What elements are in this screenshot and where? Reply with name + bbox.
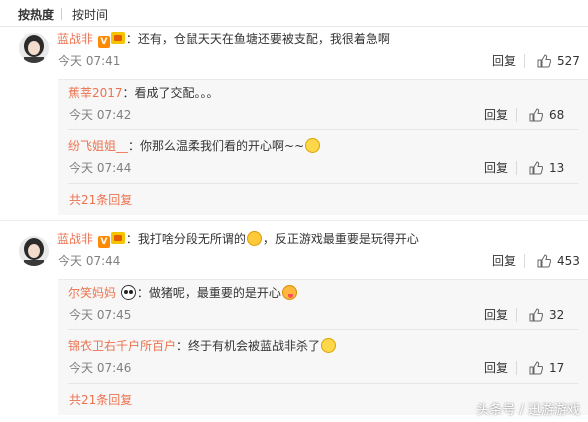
thumbs-up-icon — [529, 308, 543, 322]
reply-time: 今天 07:46 — [69, 361, 132, 375]
reply-text: ：你那么温柔我们看的开心啊~~ — [128, 139, 305, 153]
action-divider — [516, 308, 517, 322]
action-divider — [516, 108, 517, 122]
reply-line: 纷飞姐姐__：你那么温柔我们看的开心啊~~ — [68, 136, 321, 156]
reply-time: 今天 07:44 — [69, 161, 132, 175]
comment-text-continued: ，反正游戏最重要是玩得开心 — [262, 232, 419, 246]
like-count: 32 — [549, 308, 565, 322]
sort-divider — [61, 8, 62, 20]
reply-line: 锦衣卫右千户所百户：终于有机会被蓝战非杀了 — [68, 336, 337, 356]
sort-bar: 按热度 按时间 — [0, 0, 588, 27]
reply-time: 今天 07:42 — [69, 108, 132, 122]
thumbs-up-icon — [537, 54, 551, 68]
comment-line: 蓝战非 V ：还有，仓鼠天天在鱼塘还要被支配，我很着急啊 — [57, 29, 390, 49]
reply-button[interactable]: 回复 — [484, 107, 508, 123]
reply-divider — [68, 329, 578, 330]
like-count: 527 — [557, 54, 580, 68]
thumbs-up-icon — [529, 108, 543, 122]
like-button[interactable]: 68 — [529, 107, 564, 123]
v-badge-icon: V — [97, 36, 110, 48]
like-button[interactable]: 13 — [529, 160, 564, 176]
sweat-emoji-icon — [246, 231, 262, 246]
reply-text: ：看成了交配。。。 — [122, 86, 219, 100]
reply-time: 今天 07:45 — [69, 308, 132, 322]
thumbs-up-icon — [537, 254, 551, 268]
comment-time: 今天 07:41 — [58, 54, 121, 68]
reply-divider — [68, 383, 578, 384]
cat-emoji-icon — [305, 138, 321, 153]
like-count: 453 — [557, 254, 580, 268]
reply-line: 尔笑妈妈 ：做猪呢，最重要的是开心 — [68, 283, 298, 303]
reply-divider — [68, 129, 578, 130]
level-badge-icon — [110, 232, 125, 244]
reply-username[interactable]: 蕉莘2017 — [68, 86, 123, 100]
comment-time: 今天 07:44 — [58, 254, 121, 268]
level-badge-icon — [110, 32, 125, 44]
like-button[interactable]: 32 — [529, 307, 564, 323]
reply-text: ：终于有机会被蓝战非杀了 — [176, 339, 321, 353]
panda-emoji-icon — [120, 285, 136, 300]
thumbs-up-icon — [529, 361, 543, 375]
reply-divider — [68, 183, 578, 184]
comment-username[interactable]: 蓝战非 — [57, 232, 93, 246]
thumbs-up-icon — [529, 161, 543, 175]
view-more-replies-link[interactable]: 共21条回复 — [69, 392, 132, 408]
reply-button[interactable]: 回复 — [484, 160, 508, 176]
reply-username[interactable]: 尔笑妈妈 — [68, 286, 116, 300]
action-divider — [524, 54, 525, 68]
like-count: 17 — [549, 361, 565, 375]
reply-username[interactable]: 锦衣卫右千户所百户 — [68, 339, 176, 353]
reply-line: 蕉莘2017：看成了交配。。。 — [68, 83, 219, 103]
comment-divider — [0, 220, 588, 221]
comment-username[interactable]: 蓝战非 — [57, 32, 93, 46]
avatar[interactable] — [19, 236, 49, 266]
like-button[interactable]: 453 — [537, 253, 580, 269]
watermark: 头条号 / 迅游游戏 — [476, 403, 580, 418]
avatar[interactable] — [19, 33, 49, 63]
cat-emoji-icon — [321, 338, 337, 353]
action-divider — [516, 361, 517, 375]
reply-button[interactable]: 回复 — [492, 53, 516, 69]
like-count: 13 — [549, 161, 565, 175]
action-divider — [516, 161, 517, 175]
v-badge-icon: V — [97, 236, 110, 248]
like-button[interactable]: 527 — [537, 53, 580, 69]
reply-button[interactable]: 回复 — [492, 253, 516, 269]
action-divider — [524, 254, 525, 268]
sort-by-hot-tab[interactable]: 按热度 — [18, 6, 54, 23]
reply-button[interactable]: 回复 — [484, 307, 508, 323]
comment-text: ：还有，仓鼠天天在鱼塘还要被支配，我很着急啊 — [125, 32, 390, 46]
reply-button[interactable]: 回复 — [484, 360, 508, 376]
like-count: 68 — [549, 108, 565, 122]
sort-by-time-tab[interactable]: 按时间 — [72, 6, 108, 23]
view-more-replies-link[interactable]: 共21条回复 — [69, 192, 132, 208]
comment-text: ：我打啥分段无所谓的 — [125, 232, 246, 246]
reply-username[interactable]: 纷飞姐姐__ — [68, 139, 128, 153]
comment-line: 蓝战非 V ：我打啥分段无所谓的 ，反正游戏最重要是玩得开心 — [57, 229, 419, 249]
tongue-emoji-icon — [281, 285, 297, 300]
like-button[interactable]: 17 — [529, 360, 564, 376]
reply-text: ：做猪呢，最重要的是开心 — [136, 286, 281, 300]
